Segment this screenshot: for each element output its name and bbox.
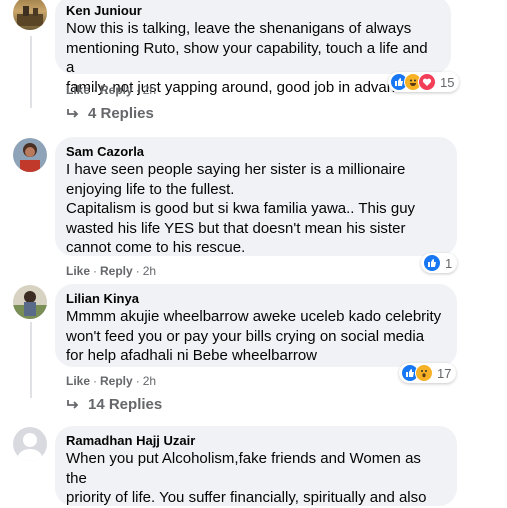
avatar[interactable]: [13, 138, 47, 172]
reply-link[interactable]: Reply: [100, 83, 133, 97]
thread-line: [30, 322, 32, 398]
reply-link[interactable]: Reply: [100, 374, 133, 388]
avatar-photo-icon: [17, 6, 43, 26]
replies-label: 4 Replies: [88, 105, 154, 122]
comment-text: I have seen people saying her sister is …: [66, 161, 416, 256]
thread-line: [30, 36, 32, 108]
avatar[interactable]: [13, 285, 47, 319]
avatar[interactable]: [13, 0, 47, 30]
like-link[interactable]: Like: [66, 83, 90, 97]
reply-link[interactable]: Reply: [100, 264, 133, 278]
comment-actions: Like · Reply · 2h: [66, 373, 156, 389]
separator-dot: ·: [135, 264, 140, 278]
avatar-photo-icon: [13, 291, 47, 319]
comment-author[interactable]: Sam Cazorla: [66, 144, 445, 160]
reply-arrow-icon: [67, 400, 79, 409]
comment-time[interactable]: 2h: [143, 374, 156, 388]
comment-bubble: Ken Juniour Now this is talking, leave t…: [55, 0, 451, 96]
reaction-summary[interactable]: 17: [399, 363, 457, 383]
reaction-summary[interactable]: 15: [388, 72, 460, 92]
view-replies-button[interactable]: 14 Replies: [66, 395, 162, 415]
reaction-count: 17: [437, 365, 452, 381]
reaction-count: 1: [445, 255, 453, 271]
comment-bubble: Sam Cazorla I have seen people saying he…: [55, 137, 457, 256]
comment-author[interactable]: Ramadhan Hajj Uzair: [66, 433, 445, 449]
wow-icon: [415, 364, 433, 382]
separator-dot: ·: [93, 264, 98, 278]
like-link[interactable]: Like: [66, 374, 90, 388]
replies-label: 14 Replies: [88, 396, 163, 413]
reply-arrow-icon: [67, 109, 79, 118]
comment-time[interactable]: 2h: [143, 264, 156, 278]
separator-dot: ·: [135, 374, 140, 388]
comment-bubble: Lilian Kinya Mmmm akujie wheelbarrow awe…: [55, 284, 457, 367]
comment-author[interactable]: Lilian Kinya: [66, 291, 445, 307]
avatar[interactable]: [13, 427, 47, 461]
comment-time[interactable]: 2h: [143, 83, 156, 97]
separator-dot: ·: [93, 83, 98, 97]
love-icon: [418, 73, 436, 91]
comment-actions: Like · Reply · 2h: [66, 263, 156, 279]
separator-dot: ·: [93, 374, 98, 388]
comment-actions: Like · Reply · 2h: [66, 82, 156, 98]
like-link[interactable]: Like: [66, 264, 90, 278]
default-avatar-icon: [17, 433, 43, 461]
avatar-photo-icon: [20, 143, 40, 172]
separator-dot: ·: [135, 83, 140, 97]
comment-text: Mmmm akujie wheelbarrow aweke uceleb kad…: [66, 308, 442, 364]
like-icon: [423, 254, 441, 272]
comment-text: When you put Alcoholism,fake friends and…: [66, 450, 427, 506]
comment-author[interactable]: Ken Juniour: [66, 3, 439, 19]
comment-bubble: Ramadhan Hajj Uzair When you put Alcohol…: [55, 426, 457, 506]
view-replies-button[interactable]: 4 Replies: [66, 104, 154, 124]
reaction-summary[interactable]: 1: [421, 253, 458, 273]
reaction-count: 15: [440, 74, 455, 90]
